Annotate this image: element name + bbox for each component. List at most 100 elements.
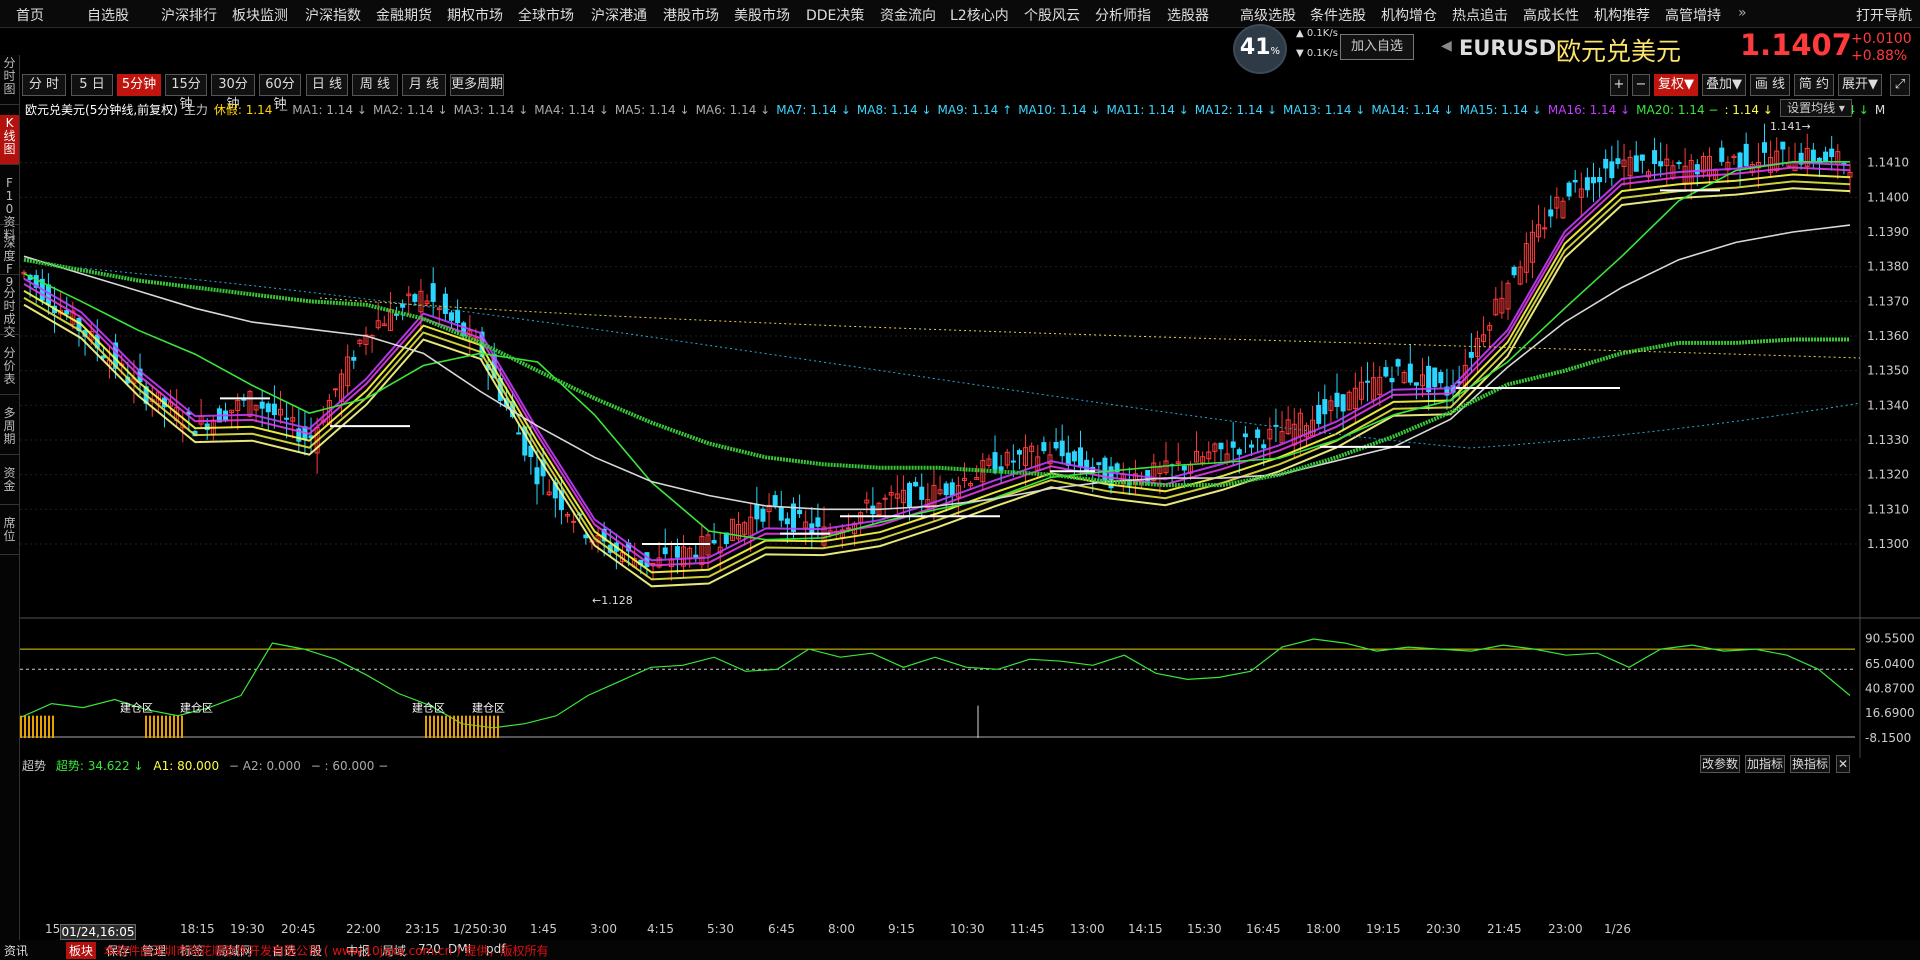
- zone-bar: [157, 715, 159, 738]
- overlay-button[interactable]: 叠加▼: [1702, 74, 1746, 96]
- candle-body: [1584, 177, 1590, 191]
- side-tab[interactable]: 分价表: [0, 345, 19, 395]
- zone-bar: [441, 715, 443, 738]
- candle-body: [1572, 179, 1578, 183]
- nav-item[interactable]: 美股市场: [734, 5, 790, 25]
- nav-item[interactable]: 高级选股: [1240, 5, 1296, 25]
- period-button[interactable]: 5 日: [71, 74, 113, 96]
- candle-body: [1365, 380, 1371, 383]
- candle-body: [913, 481, 919, 487]
- legend-item: MA8: 1.14 ↓: [856, 103, 932, 117]
- build-zones: [20, 715, 499, 738]
- zone-bar: [48, 715, 50, 738]
- speed-dial: 41%: [1233, 24, 1287, 74]
- candle-body: [1322, 399, 1328, 415]
- side-tab[interactable]: 多周期: [0, 405, 19, 455]
- nav-item[interactable]: DDE决策: [806, 5, 864, 25]
- ma-settings-button[interactable]: 设置均线 ▾: [1780, 99, 1852, 117]
- nav-item[interactable]: 期权市场: [447, 5, 503, 25]
- add-indicator-button[interactable]: 加指标: [1745, 755, 1785, 773]
- nav-item[interactable]: 分析师指: [1095, 5, 1151, 25]
- nav-item[interactable]: 金融期货: [376, 5, 432, 25]
- simple-button[interactable]: 简 约: [1794, 74, 1834, 96]
- nav-item[interactable]: 港股市场: [663, 5, 719, 25]
- period-button[interactable]: 分 时: [22, 74, 66, 96]
- open-nav-link[interactable]: 打开导航: [1856, 5, 1912, 25]
- period-button[interactable]: 60分钟: [259, 74, 301, 112]
- candle-body: [1566, 182, 1572, 197]
- time-tick-label: 9:15: [888, 922, 915, 936]
- period-button[interactable]: 5分钟: [117, 74, 161, 96]
- candle-body: [674, 546, 680, 558]
- y-tick-label: 1.1390: [1867, 225, 1909, 239]
- candle-body: [1071, 451, 1077, 462]
- nav-item[interactable]: 高成长性: [1523, 5, 1579, 25]
- top-nav: 首页 自选股 沪深排行 板块监测 沪深指数 金融期货 期权市场 全球市场 沪深港通 港股市场 美股市…: [0, 0, 1920, 28]
- time-tick-label: 3:00: [590, 922, 617, 936]
- expand-button[interactable]: 展开▼: [1838, 74, 1882, 96]
- nav-item[interactable]: 沪深指数: [305, 5, 361, 25]
- speed-up: ▲ 0.1K/s: [1296, 28, 1338, 39]
- nav-more-icon[interactable]: »: [1738, 5, 1747, 21]
- side-tab[interactable]: F10资料: [0, 175, 19, 242]
- ind-y-tick-label: 40.8700: [1865, 682, 1915, 696]
- close-indicator-icon[interactable]: ✕: [1836, 755, 1850, 773]
- candle-body: [430, 283, 436, 302]
- nav-item[interactable]: 机构增仓: [1381, 5, 1437, 25]
- legend-item: MA7: 1.14 ↓: [776, 103, 851, 117]
- nav-item[interactable]: 板块监测: [232, 5, 288, 25]
- fullscreen-icon[interactable]: ⤢: [1890, 74, 1910, 96]
- zone-bar: [44, 715, 46, 738]
- side-tab[interactable]: 分时成交: [0, 285, 19, 339]
- nav-item[interactable]: 机构推荐: [1594, 5, 1650, 25]
- speed-unit: %: [1270, 46, 1281, 57]
- period-button[interactable]: 日 线: [306, 74, 348, 96]
- kline-chart[interactable]: 1.1410 1.1400 1.1390 1.1380 1.1370 1.1360 1.13…: [20, 118, 1920, 758]
- nav-item[interactable]: 热点追击: [1452, 5, 1508, 25]
- legend-main: 主力: [183, 103, 208, 117]
- candle-body: [949, 482, 955, 496]
- candle-body: [772, 495, 778, 506]
- side-tab[interactable]: 分时图: [0, 55, 19, 105]
- nav-item[interactable]: 资金流向: [880, 5, 936, 25]
- period-button[interactable]: 30分钟: [211, 74, 255, 112]
- y-tick-label: 1.1360: [1867, 329, 1909, 343]
- y-tick-label: 1.1330: [1867, 433, 1909, 447]
- period-button[interactable]: 更多周期: [450, 74, 504, 96]
- nav-item[interactable]: 沪深港通: [591, 5, 647, 25]
- legend-item: : 1.14 ↓: [1724, 103, 1773, 117]
- period-button[interactable]: 月 线: [402, 74, 446, 96]
- nav-item[interactable]: 自选股: [87, 5, 129, 25]
- nav-item[interactable]: 首页: [16, 5, 44, 25]
- side-tab[interactable]: 资金: [0, 465, 19, 505]
- side-tab[interactable]: 深度F9: [0, 235, 19, 289]
- fuquan-button[interactable]: 复权▼: [1654, 74, 1698, 96]
- add-watch-button[interactable]: 加入自选: [1340, 34, 1414, 60]
- switch-indicator-button[interactable]: 换指标: [1790, 755, 1830, 773]
- nav-item[interactable]: 选股器: [1167, 5, 1209, 25]
- zone-label: 建仓区: [180, 701, 213, 715]
- prev-symbol-icon[interactable]: ◀: [1441, 38, 1452, 54]
- nav-item[interactable]: 高管增持: [1665, 5, 1721, 25]
- draw-line-button[interactable]: 画 线: [1750, 74, 1790, 96]
- nav-item[interactable]: 个股风云: [1024, 5, 1080, 25]
- speed-up-value: 0.1K/s: [1306, 28, 1338, 39]
- zoom-out-button[interactable]: −: [1632, 74, 1650, 96]
- time-tick-label: 1/250:30: [453, 922, 507, 936]
- zoom-in-button[interactable]: +: [1610, 74, 1628, 96]
- nav-item[interactable]: 全球市场: [518, 5, 574, 25]
- side-tab[interactable]: 席位: [0, 515, 19, 555]
- time-tick-label: 10:30: [950, 922, 985, 936]
- period-button[interactable]: 周 线: [352, 74, 398, 96]
- zone-bar: [437, 715, 439, 738]
- candle-body: [1658, 161, 1664, 167]
- status-tab[interactable]: 板块: [66, 942, 97, 959]
- period-button[interactable]: 15分钟: [165, 74, 207, 112]
- edit-params-button[interactable]: 改参数: [1700, 755, 1740, 773]
- side-tab[interactable]: K线图: [0, 115, 19, 165]
- status-tab[interactable]: 资讯: [4, 942, 28, 959]
- nav-item[interactable]: L2核心内: [950, 5, 1009, 25]
- legend-symbol-name: 欧元兑美元: [25, 103, 86, 117]
- nav-item[interactable]: 沪深排行: [161, 5, 217, 25]
- nav-item[interactable]: 条件选股: [1310, 5, 1366, 25]
